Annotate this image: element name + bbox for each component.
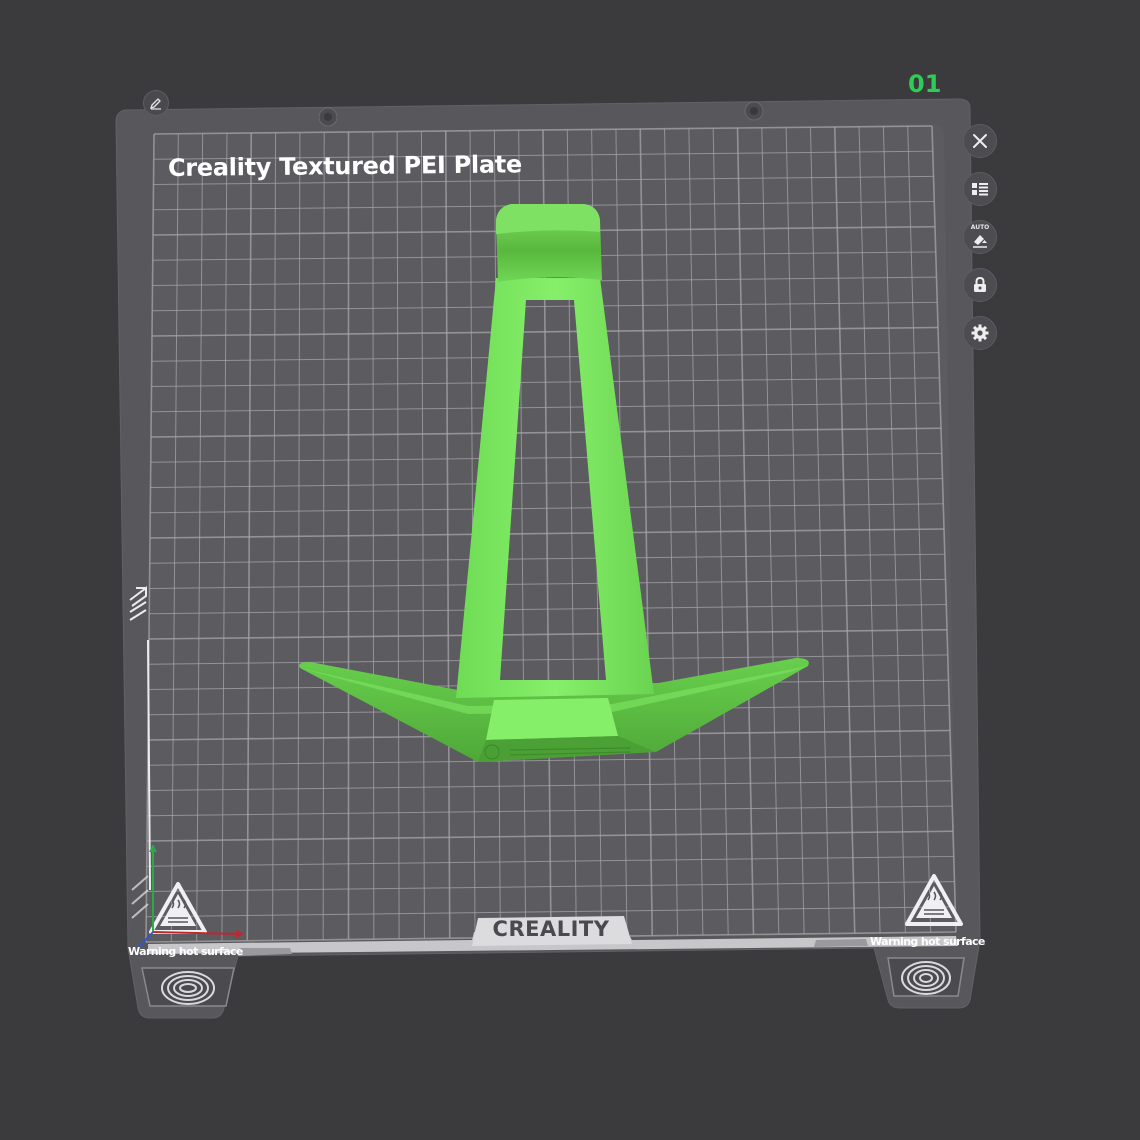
arrange-button[interactable] <box>963 172 997 206</box>
list-icon <box>972 183 988 196</box>
fingerprint-pad-icon <box>887 957 965 997</box>
close-icon <box>973 134 987 148</box>
fingerprint-pad-icon <box>141 967 235 1007</box>
plate-index: 01 <box>908 70 942 98</box>
plate-type-label: Creality Textured PEI Plate <box>167 150 523 182</box>
warning-label-left: Warning hot surface <box>128 945 243 958</box>
close-plate-button[interactable] <box>963 124 997 158</box>
lock-icon <box>974 277 986 292</box>
auto-orient-icon <box>973 235 987 248</box>
brand-logo-text: CREALITY <box>492 917 610 941</box>
auto-tag: AUTO <box>970 224 990 231</box>
pencil-icon <box>149 98 161 110</box>
auto-orient-button[interactable]: AUTO <box>963 220 997 254</box>
gear-icon <box>971 324 989 342</box>
warning-label-right: Warning hot surface <box>870 935 985 948</box>
edit-plate-name-button[interactable] <box>143 90 169 116</box>
plate-settings-button[interactable] <box>963 316 997 350</box>
lock-plate-button[interactable] <box>963 268 997 302</box>
3d-viewport[interactable]: 01 Creality Textured PEI Plate CREALITY … <box>0 0 1140 1140</box>
